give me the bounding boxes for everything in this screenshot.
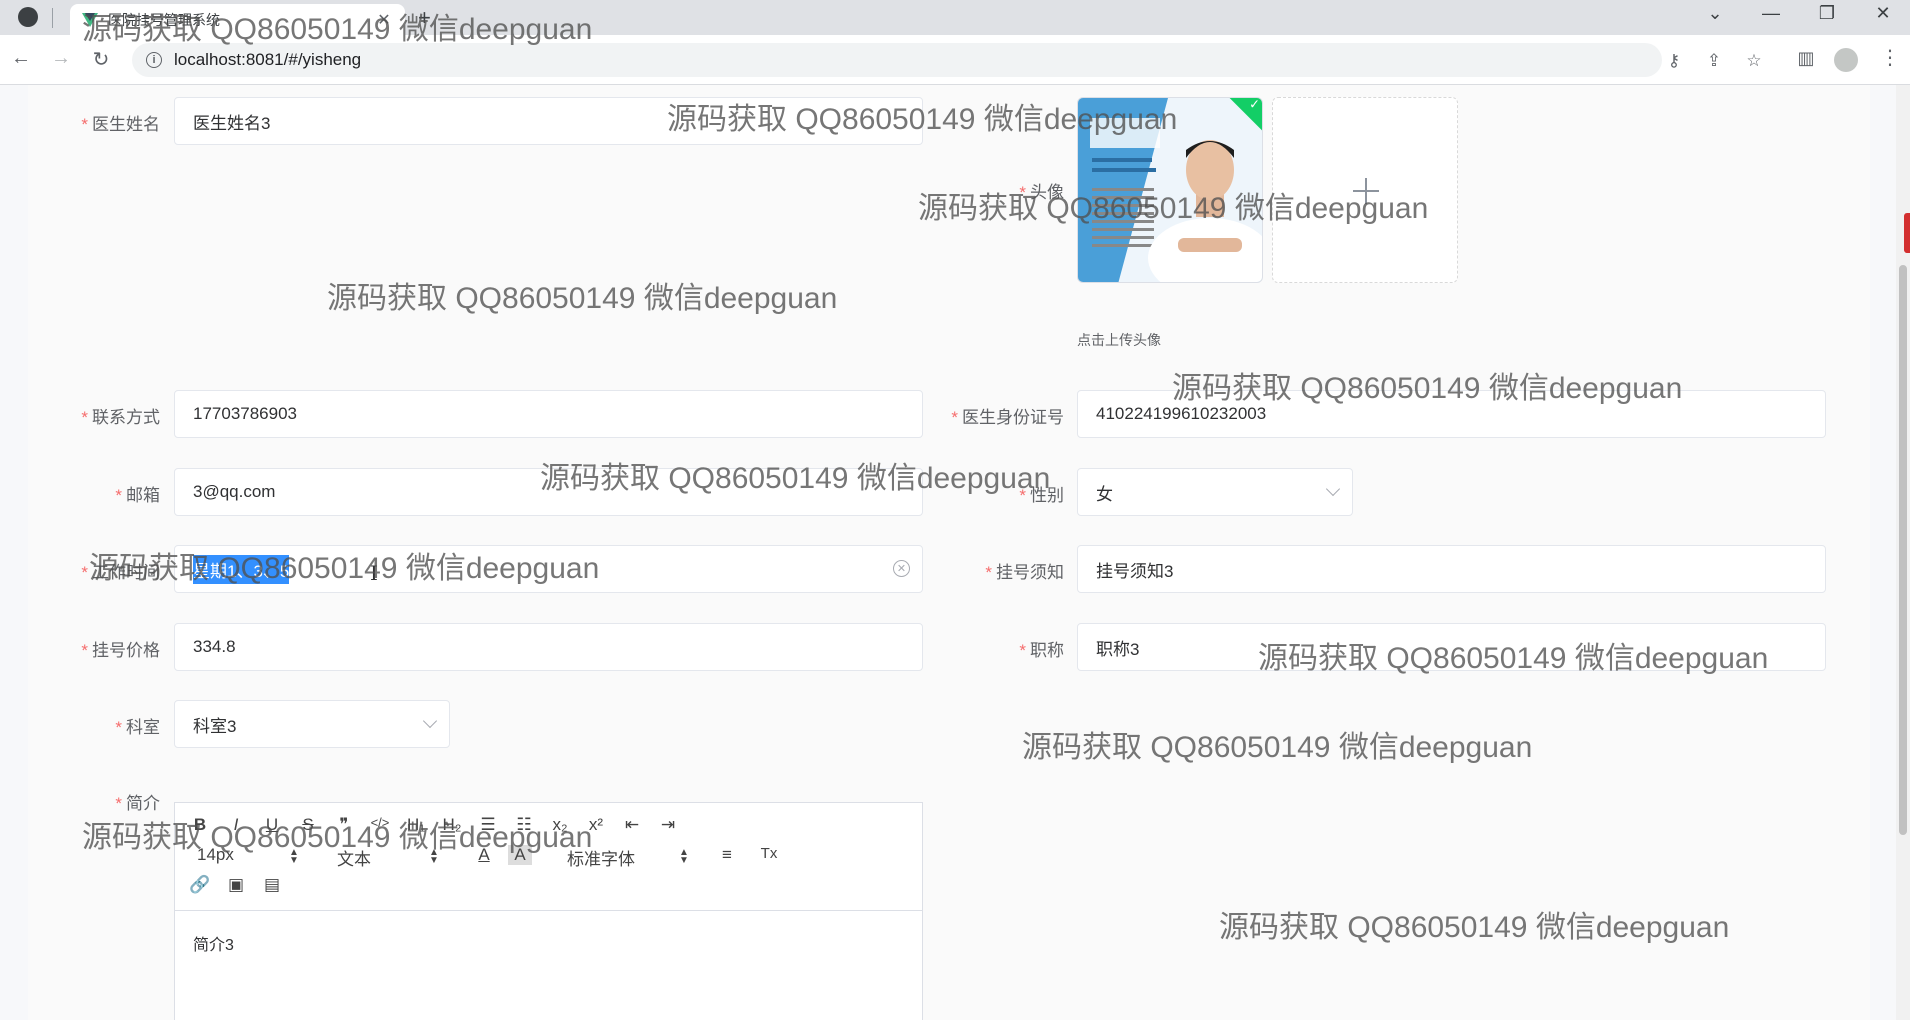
reload-icon[interactable]: ↻ <box>88 47 114 72</box>
heading2-icon[interactable]: H₂ <box>440 815 464 835</box>
browser-address-bar: ← → ↻ i localhost:8081/#/yisheng ⚷ ⇪ ☆ ▥… <box>0 35 1910 85</box>
video-icon[interactable]: ▤ <box>260 875 284 895</box>
notice-input[interactable]: 挂号须知3 <box>1077 545 1826 593</box>
restore-icon[interactable]: ❐ <box>1812 3 1842 24</box>
subscript-icon[interactable]: x₂ <box>548 815 572 835</box>
back-arrow-icon[interactable]: ← <box>8 47 34 70</box>
intro-label: * 简介 <box>115 794 160 813</box>
selected-work-time-text: 星期1、3、5 <box>193 554 290 584</box>
italic-icon[interactable]: I <box>224 815 248 835</box>
updown-icon: ▲ ▼ <box>679 847 689 866</box>
browser-tab[interactable]: 医院挂号管理系统 ✕ <box>70 4 405 35</box>
vue-favicon-icon <box>82 12 98 27</box>
title-input[interactable]: 职称3 <box>1077 623 1826 671</box>
background-color-icon[interactable]: A <box>508 845 532 865</box>
link-icon[interactable]: 🔗 <box>188 875 212 895</box>
strikethrough-icon[interactable]: S <box>296 815 320 835</box>
price-label: * 挂号价格 <box>81 641 160 660</box>
price-input[interactable]: 334.8 <box>174 623 923 671</box>
underline-icon[interactable]: U <box>260 815 284 835</box>
avatar-upload-hint: 点击上传头像 <box>1077 332 1161 348</box>
ordered-list-icon[interactable]: ☰ <box>476 815 500 835</box>
url-text: localhost:8081/#/yisheng <box>174 50 362 69</box>
superscript-icon[interactable]: x² <box>584 815 608 835</box>
text-cursor-icon: I <box>370 561 378 585</box>
chevron-down-icon <box>1325 481 1341 497</box>
updown-icon: ▲ ▼ <box>429 847 439 866</box>
title-label: * 职称 <box>1019 641 1064 660</box>
work-time-input[interactable]: 星期1、3、5 ✕ <box>174 545 923 593</box>
gender-select[interactable]: 女 <box>1077 468 1353 516</box>
browser-tabbar: 医院挂号管理系统 ✕ + ⌄ — ❐ ✕ <box>0 0 1910 35</box>
new-tab-button[interactable]: + <box>418 5 431 31</box>
page-body: * 医生姓名 医生姓名3 * 头像 ✓ 点击上传头像 * 联系方式 177037… <box>0 85 1910 1020</box>
indent-icon[interactable]: ⇥ <box>656 815 680 835</box>
intro-rich-editor[interactable]: B I U S ❞ </> H₁ H₂ ☰ ☷ x₂ x² ⇤ ⇥ 14px ▲… <box>174 802 923 1020</box>
id-card-input[interactable]: 410224199610232003 <box>1077 390 1826 438</box>
email-input[interactable]: 3@qq.com <box>174 468 923 516</box>
url-bar[interactable]: i localhost:8081/#/yisheng ⚷ ⇪ ☆ <box>132 43 1762 77</box>
department-select[interactable]: 科室3 <box>174 700 450 748</box>
avatar-upload-button[interactable] <box>1272 97 1458 283</box>
password-key-icon[interactable]: ⚷ <box>1664 51 1684 71</box>
chevron-down-icon <box>422 713 438 729</box>
notice-label: * 挂号须知 <box>985 563 1064 582</box>
work-time-label: * 工作时间 <box>81 563 160 582</box>
gender-label: * 性别 <box>1019 486 1064 505</box>
tab-separator <box>52 8 53 28</box>
tab-close-icon[interactable]: ✕ <box>375 10 393 30</box>
bookmark-star-icon[interactable]: ☆ <box>1744 51 1764 71</box>
tab-search-chevron-icon[interactable]: ⌄ <box>1700 3 1730 24</box>
chrome-menu-icon[interactable]: ⋮ <box>1880 45 1900 70</box>
editor-toolbar: B I U S ❞ </> H₁ H₂ ☰ ☷ x₂ x² ⇤ ⇥ 14px ▲… <box>175 803 922 911</box>
close-window-icon[interactable]: ✕ <box>1868 3 1898 24</box>
bold-icon[interactable]: B <box>188 815 212 835</box>
id-card-label: * 医生身份证号 <box>951 408 1064 427</box>
scroll-marker <box>1904 213 1910 253</box>
profile-avatar[interactable] <box>1834 48 1858 72</box>
bullet-list-icon[interactable]: ☷ <box>512 815 536 835</box>
email-label: * 邮箱 <box>115 486 160 505</box>
outdent-icon[interactable]: ⇤ <box>620 815 644 835</box>
avatar-label: * 头像 <box>1019 183 1064 202</box>
minimize-icon[interactable]: — <box>1756 3 1786 24</box>
editor-content[interactable]: 简介3 <box>193 931 234 955</box>
align-icon[interactable]: ≡ <box>715 845 739 865</box>
doctor-name-label: * 医生姓名 <box>81 115 160 134</box>
side-panel-icon[interactable]: ▥ <box>1794 48 1818 69</box>
avatar-image[interactable]: ✓ <box>1077 97 1263 283</box>
blockquote-icon[interactable]: ❞ <box>332 815 356 835</box>
share-icon[interactable]: ⇪ <box>1704 51 1724 71</box>
image-icon[interactable]: ▣ <box>224 875 248 895</box>
doctor-name-input[interactable]: 医生姓名3 <box>174 97 923 145</box>
phone-input[interactable]: 17703786903 <box>174 390 923 438</box>
updown-icon: ▲ ▼ <box>289 847 299 866</box>
clear-format-icon[interactable]: Tx <box>757 845 781 862</box>
department-label: * 科室 <box>115 718 160 737</box>
tab-title: 医院挂号管理系统 <box>108 11 220 28</box>
doctor-photo-image <box>1078 98 1262 282</box>
chrome-profile-icon[interactable] <box>18 7 38 27</box>
font-size-select[interactable]: 14px ▲ ▼ <box>197 845 299 866</box>
check-icon: ✓ <box>1249 97 1261 112</box>
phone-label: * 联系方式 <box>81 408 160 427</box>
forward-arrow-icon[interactable]: → <box>48 47 74 70</box>
text-color-icon[interactable]: A <box>472 845 496 865</box>
code-block-icon[interactable]: </> <box>368 815 392 830</box>
font-family-select[interactable]: 标准字体 ▲ ▼ <box>567 845 689 870</box>
block-type-select[interactable]: 文本 ▲ ▼ <box>337 845 439 870</box>
site-info-icon[interactable]: i <box>146 52 162 68</box>
heading1-icon[interactable]: H₁ <box>404 815 428 835</box>
scrollbar-thumb[interactable] <box>1899 265 1907 835</box>
